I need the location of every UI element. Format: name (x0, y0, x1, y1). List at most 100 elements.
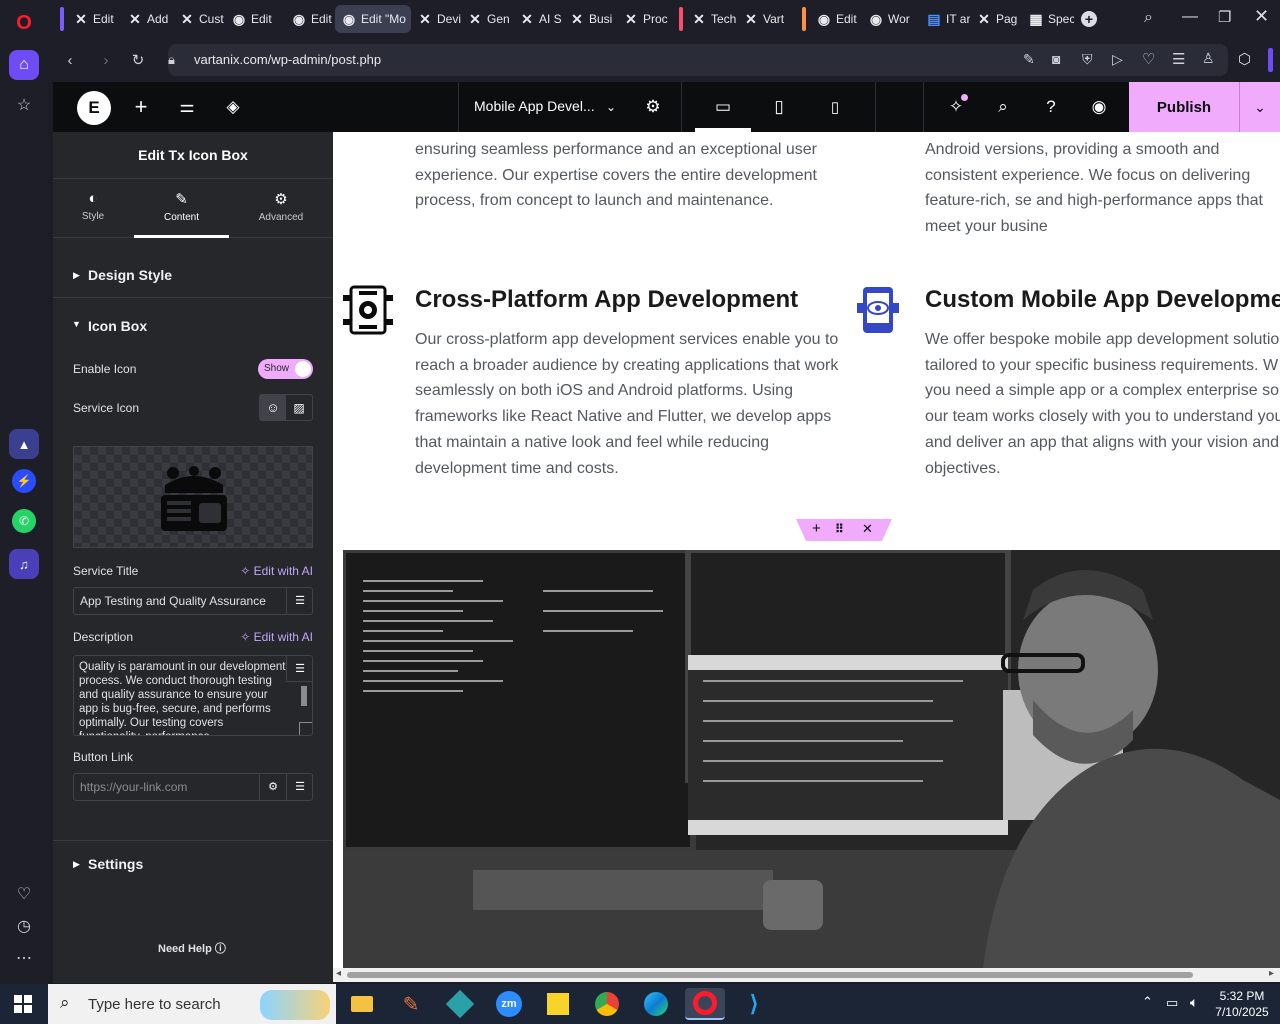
add-element-icon[interactable]: + (129, 94, 153, 119)
service-title-0[interactable]: Cross-Platform App Development (415, 286, 798, 314)
sticky-notes-icon[interactable] (538, 988, 578, 1020)
tab-1[interactable]: ✕ Add (121, 5, 175, 33)
vscode-icon[interactable]: ⟩ (734, 988, 774, 1020)
network-icon[interactable]: ▭ (1166, 995, 1178, 1011)
chrome-icon[interactable] (587, 988, 627, 1020)
delete-section-icon[interactable]: ✕ (862, 521, 873, 537)
new-tab-button[interactable]: + (1081, 11, 1097, 27)
tab-5-active[interactable]: ◉ Edit "Mo (335, 5, 411, 33)
description-textarea[interactable]: Quality is paramount in our development … (73, 655, 313, 736)
shield-icon[interactable]: ⛨ (1082, 51, 1093, 68)
dynamic-tags-icon[interactable]: ☰ (286, 588, 313, 614)
tab-11[interactable]: ✕ Tech (685, 5, 737, 33)
edit-page-icon[interactable]: ✎ (1023, 51, 1035, 68)
sidebar-toggle[interactable] (1268, 48, 1273, 72)
tab-4[interactable]: ◉ Edit (285, 5, 335, 33)
scroll-left-icon[interactable]: ◂ (336, 968, 341, 979)
messenger-icon[interactable]: ⚡ (12, 469, 36, 493)
minimize-button[interactable]: — (1182, 8, 1198, 26)
paint-icon[interactable]: ✎ (391, 988, 431, 1020)
elementor-logo-icon[interactable]: E (77, 91, 111, 125)
tab-16[interactable]: ✕ Pag (970, 5, 1022, 33)
tab-10[interactable]: ✕ Proc (617, 5, 669, 33)
volume-icon[interactable]: 🔈︎ (1190, 994, 1198, 1011)
help-icon[interactable]: ? (1039, 95, 1063, 119)
scroll-right-icon[interactable]: ▸ (1269, 968, 1274, 979)
preview-eye-icon[interactable]: ◉ (1087, 95, 1111, 119)
url-box[interactable]: 🔒︎ vartanix.com/wp-admin/post.php ✎ ◙ ⛨ … (168, 44, 1228, 76)
dynamic-tags-icon[interactable]: ☰ (286, 656, 312, 682)
tab-content[interactable]: ✎ Content (134, 180, 229, 238)
close-window-button[interactable]: ✕ (1254, 6, 1269, 27)
textarea-scrollbar[interactable] (301, 686, 307, 706)
extensions-icon[interactable]: ⬡ (1238, 50, 1251, 68)
tab-17[interactable]: ▦ Spec (1022, 5, 1074, 33)
chevron-down-icon[interactable]: ⌄ (599, 95, 623, 119)
cross-platform-icon[interactable] (343, 285, 393, 335)
mobile-view-icon[interactable]: ▯ (823, 95, 847, 119)
need-help-link[interactable]: Need Help ⓘ (158, 940, 226, 956)
send-icon[interactable]: ▷ (1112, 51, 1123, 68)
file-explorer-icon[interactable] (342, 988, 382, 1020)
more-icon[interactable]: ⋯ (9, 943, 39, 973)
design-style-section[interactable]: ▶ Design Style (53, 250, 333, 298)
structure-layers-icon[interactable]: ◈ (221, 95, 245, 119)
canvas-horizontal-scrollbar[interactable]: ◂ ▸ (333, 968, 1280, 982)
finder-search-icon[interactable]: ⌕ (991, 95, 1015, 119)
aria-icon[interactable]: ▲ (9, 429, 39, 459)
tab-13[interactable]: ◉ Edit (810, 5, 862, 33)
tab-2[interactable]: ✕ Cust (173, 5, 225, 33)
publish-options-chevron-icon[interactable]: ⌄ (1239, 82, 1280, 132)
image-icon[interactable]: ▨ (286, 395, 312, 420)
page-settings-icon[interactable]: ⚙ (641, 95, 665, 119)
music-icon[interactable]: ♫ (9, 549, 39, 579)
service-description-0[interactable]: Our cross-platform app development servi… (415, 327, 840, 481)
icon-library-icon[interactable]: ☺ (260, 395, 286, 420)
tab-0[interactable]: ✕ Edit (67, 5, 121, 33)
star-icon[interactable]: ☆ (9, 90, 39, 120)
camera-icon[interactable]: ◙ (1052, 51, 1060, 67)
top-right-paragraph[interactable]: Android versions, providing a smooth and… (925, 137, 1280, 240)
tab-6[interactable]: ✕ Devi (411, 5, 461, 33)
settings-section[interactable]: ▶ Settings (53, 840, 333, 888)
zoom-icon[interactable]: zm (489, 988, 529, 1020)
link-options-gear-icon[interactable]: ⚙ (259, 774, 286, 800)
top-left-paragraph[interactable]: ensuring seamless performance and an exc… (415, 137, 835, 214)
heart-icon[interactable]: ♡ (1142, 50, 1155, 68)
tab-advanced[interactable]: ⚙ Advanced (251, 190, 311, 223)
desktop-view-icon[interactable]: ▭ (711, 95, 735, 119)
show-hidden-icons-chevron-icon[interactable]: ⌃ (1142, 994, 1153, 1010)
page-name[interactable]: Mobile App Devel... (474, 98, 595, 114)
button-link-field[interactable]: https://your-link.com ⚙ ☰ (73, 773, 313, 801)
icon-box-section-header[interactable]: ▼ Icon Box (53, 298, 333, 346)
windows-start-icon[interactable] (14, 995, 32, 1013)
edge-icon[interactable] (636, 988, 676, 1020)
clock[interactable]: 5:32 PM 7/10/2025 (1214, 988, 1270, 1020)
url-text[interactable]: vartanix.com/wp-admin/post.php (194, 52, 381, 67)
home-icon[interactable]: ⌂ (9, 50, 39, 80)
reload-icon[interactable]: ↻ (128, 50, 148, 70)
tab-14[interactable]: ◉ Wor (862, 5, 914, 33)
app-cube-icon[interactable] (440, 988, 480, 1020)
search-tabs-icon[interactable]: ⌕ (1144, 9, 1153, 27)
tab-3[interactable]: ◉ Edit (225, 5, 279, 33)
edit-with-ai-title-button[interactable]: ✧ Edit with AI (240, 564, 313, 578)
tab-15[interactable]: ▤ IT ar (920, 5, 970, 33)
site-settings-icon[interactable]: ⚌ (175, 95, 199, 119)
edit-with-ai-description-button[interactable]: ✧ Edit with AI (240, 630, 313, 644)
resize-handle[interactable] (299, 722, 312, 735)
back-icon[interactable]: ‹ (60, 50, 80, 70)
restore-button[interactable]: ❐ (1218, 8, 1231, 26)
service-title-1[interactable]: Custom Mobile App Development (925, 286, 1280, 314)
account-icon[interactable]: ♙ (1202, 50, 1215, 67)
developer-photo[interactable] (343, 550, 1280, 968)
add-section-icon[interactable]: + (812, 520, 821, 537)
tab-7[interactable]: ✕ Gen (461, 5, 513, 33)
easy-setup-icon[interactable]: ☰ (1172, 50, 1185, 68)
forward-icon[interactable]: › (96, 50, 116, 70)
custom-app-icon[interactable] (857, 285, 899, 335)
opera-icon[interactable] (685, 988, 725, 1020)
drag-handle-icon[interactable]: ⠿ (835, 522, 844, 536)
opera-logo-icon[interactable]: O (9, 8, 39, 38)
icon-preview[interactable] (73, 446, 313, 548)
